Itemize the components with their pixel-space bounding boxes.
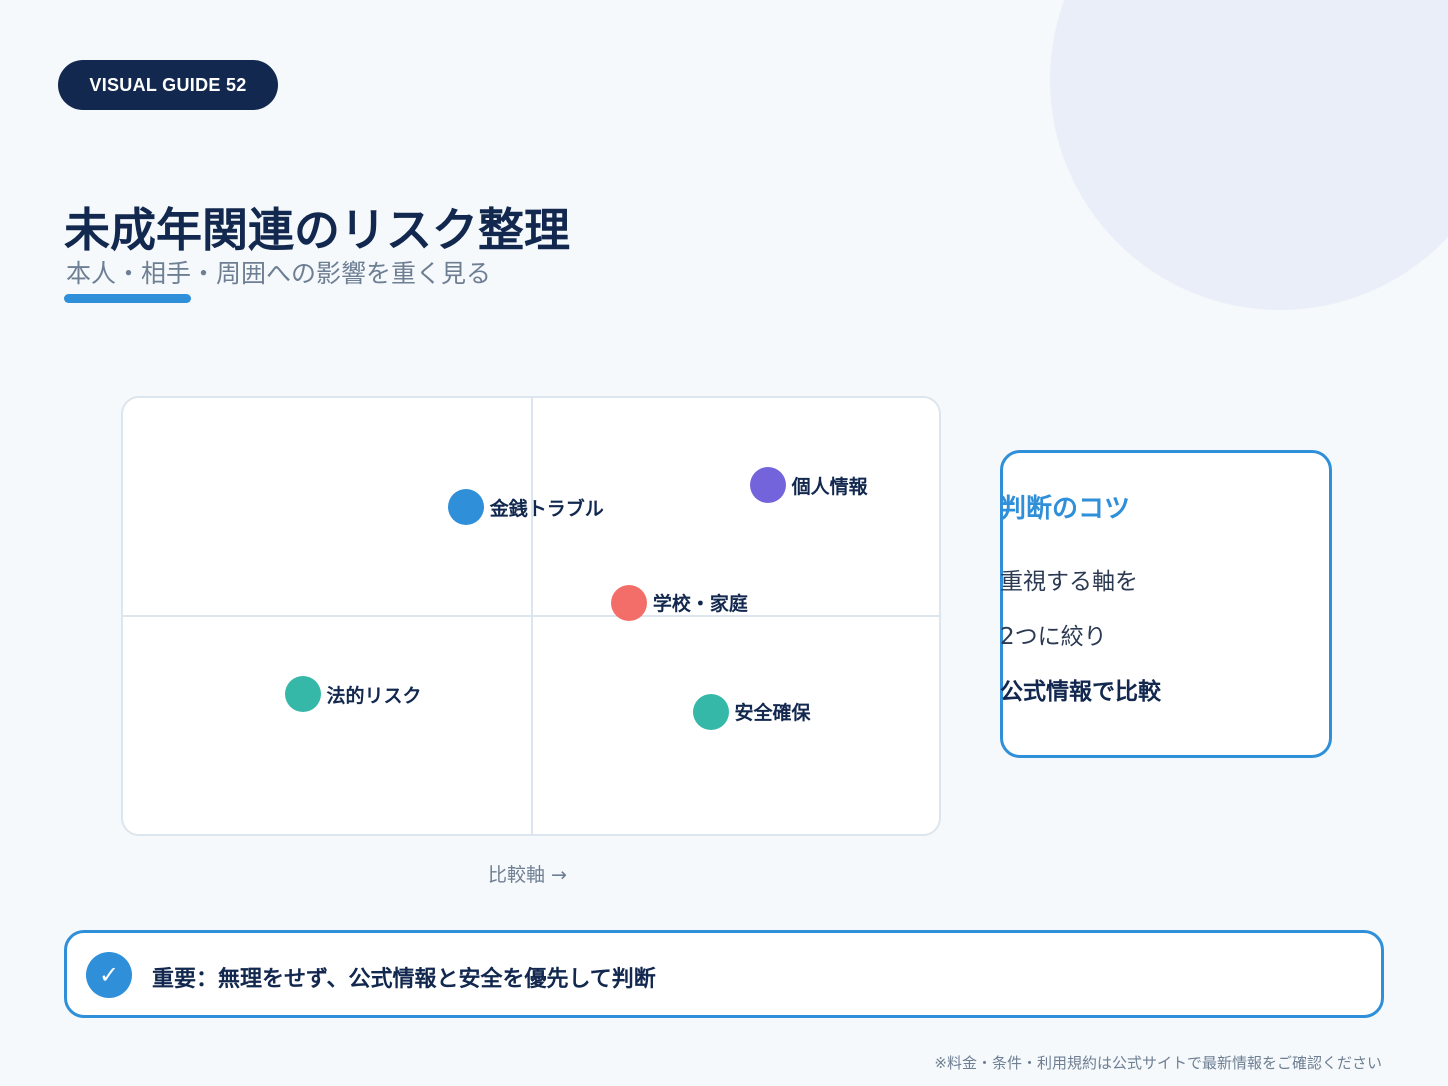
matrix-point: 安全確保: [692, 693, 811, 730]
matrix-point: 個人情報: [749, 467, 868, 504]
page-subtitle: 本人・相手・周囲への影響を重く見る: [66, 259, 492, 288]
badge-label: VISUAL GUIDE 52: [89, 74, 247, 95]
matrix-point-label: 学校・家庭: [652, 593, 748, 616]
check-icon: ✓: [86, 952, 132, 998]
matrix-point-dot: [692, 693, 729, 730]
risk-matrix: 金銭トラブル 個人情報学校・家庭法的リスク安全確保: [121, 396, 941, 836]
matrix-point-dot: [749, 467, 786, 504]
matrix-point-dot: [447, 489, 484, 525]
note-text: 重要：無理をせず、公式情報と安全を優先して判断: [152, 967, 656, 992]
matrix-point: 金銭トラブル: [447, 489, 604, 525]
matrix-point-label: 安全確保: [734, 702, 811, 725]
tips-line-1: 重視する軸を: [1000, 569, 1138, 595]
tips-title: 判断のコツ: [1000, 494, 1131, 524]
footnote: ※料金・条件・利用規約は公式サイトで最新情報をご確認ください: [934, 1054, 1382, 1072]
visual-guide-badge: VISUAL GUIDE 52: [58, 60, 278, 110]
matrix-point-label: 個人情報: [791, 475, 868, 498]
matrix-point: 法的リスク: [284, 676, 422, 713]
matrix-horizontal-axis: [123, 615, 939, 617]
important-note: ✓ 重要：無理をせず、公式情報と安全を優先して判断: [64, 930, 1384, 1018]
matrix-point: 学校・家庭: [610, 584, 748, 621]
tips-line-2: 2つに絞り: [1000, 624, 1107, 650]
matrix-point-dot: [610, 584, 647, 621]
title-underline: [64, 294, 191, 303]
matrix-point-label: 金銭トラブル: [489, 497, 604, 520]
page-title: 未成年関連のリスク整理: [64, 203, 570, 257]
tips-line-3: 公式情報で比較: [1000, 679, 1161, 705]
x-axis-label: 比較軸 →: [488, 864, 567, 886]
matrix-point-label: 法的リスク: [326, 684, 422, 707]
decorative-circle: [1050, 0, 1448, 310]
matrix-point-dot: [284, 676, 321, 713]
